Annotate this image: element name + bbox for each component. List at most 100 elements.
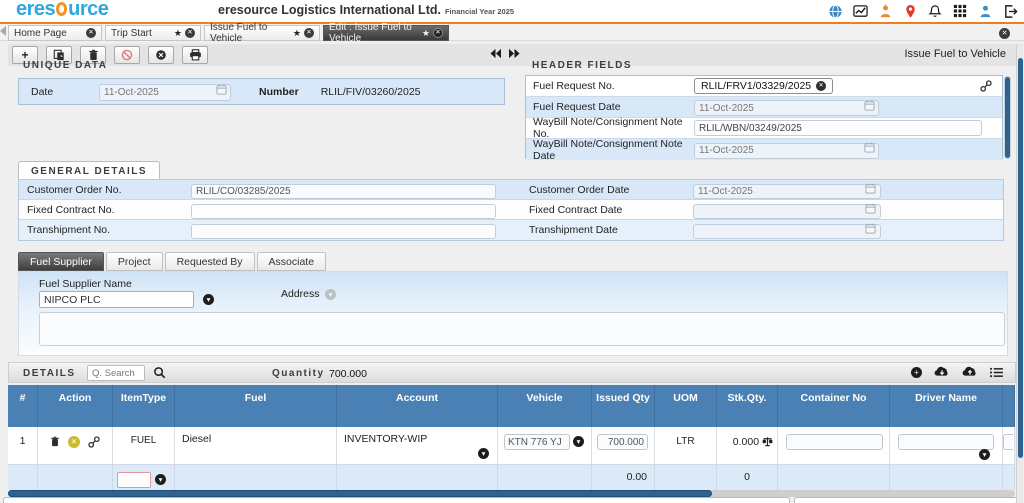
driver-dropdown-icon[interactable]: ▾ [979,449,990,460]
fuel-request-no-row: Fuel Request No. RLIL/FRV1/03329/2025 ✕ [526,76,1002,97]
scrollbar-thumb[interactable] [1005,77,1010,158]
extra-cell [1003,427,1015,464]
customer-order-date-input[interactable] [693,184,881,199]
close-tab-icon[interactable]: ✕ [86,28,96,38]
vehicle-dropdown-icon[interactable]: ▾ [573,436,584,447]
star-icon[interactable]: ★ [174,28,182,39]
col-extra [1003,385,1015,427]
calendar-icon[interactable] [216,84,227,95]
extra-input[interactable] [1003,434,1013,450]
calendar-icon[interactable] [865,183,876,194]
close-record-button[interactable] [148,46,174,64]
search-input[interactable] [87,365,145,381]
next-record-icon[interactable] [508,48,521,59]
tab-requested-by[interactable]: Requested By [165,252,255,271]
tab-edit-issue-fuel[interactable]: Edit : Issue Fuel to Vehicle ★✕ [323,25,449,41]
fixed-contract-date-input[interactable] [693,204,881,219]
fixed-contract-no-input[interactable] [191,204,496,219]
address-expand-icon[interactable]: ▾ [325,289,336,300]
details-actions: + [911,366,1003,378]
scrollbar-thumb[interactable] [8,490,712,497]
link-icon[interactable] [980,80,992,92]
stk-qty-value: 0.000 [733,436,759,448]
user-blue-icon[interactable] [977,3,993,19]
close-all-tabs-icon[interactable]: ✕ [999,28,1010,39]
remove-chip-icon[interactable]: ✕ [816,81,826,91]
grid-horizontal-scrollbar[interactable] [8,490,1015,497]
calendar-icon[interactable] [864,142,875,153]
supplier-dropdown-icon[interactable]: ▾ [203,294,214,305]
logout-icon[interactable] [1002,3,1018,19]
tab-project[interactable]: Project [106,252,163,271]
header-fields-scrollbar[interactable] [1004,76,1011,159]
calendar-icon[interactable] [865,203,876,214]
location-pin-icon[interactable] [902,3,918,19]
logo-text-left: eres [16,0,55,20]
tab-fuel-supplier[interactable]: Fuel Supplier [18,252,104,271]
apps-grid-icon[interactable] [952,3,968,19]
customer-order-row: Customer Order No. Customer Order Date [19,180,1003,200]
scrollbar-thumb[interactable] [1018,58,1023,458]
cancel-row-icon[interactable]: ✕ [68,436,80,448]
new-itemtype-input[interactable] [117,472,151,488]
calendar-icon[interactable] [864,100,875,111]
add-row-icon[interactable]: + [911,367,922,378]
stock-scale-icon[interactable] [762,436,773,447]
close-tab-icon[interactable]: ✕ [433,28,443,38]
close-tab-icon[interactable]: ✕ [304,28,314,38]
transhipment-no-input[interactable] [191,224,496,239]
unique-data-panel: Date Number RLIL/FIV/03260/2025 [18,78,505,105]
top-icon-bar [827,3,1018,19]
fuel-request-no-chip[interactable]: RLIL/FRV1/03329/2025 ✕ [694,78,833,94]
tab-trip-start[interactable]: Trip Start ★✕ [105,25,201,41]
waybill-no-input[interactable] [694,120,982,136]
record-nav [489,48,521,59]
bell-icon[interactable] [927,3,943,19]
customer-order-no-input[interactable] [191,184,496,199]
search-icon[interactable] [153,366,166,379]
previous-record-icon[interactable] [489,48,502,59]
issued-qty-cell [592,427,655,464]
waybill-date-input[interactable] [694,143,879,159]
tab-issue-fuel[interactable]: Issue Fuel to Vehicle ★✕ [204,25,320,41]
fuel-request-no-label: Fuel Request No. [526,80,694,92]
container-no-input[interactable] [786,434,883,450]
col-fuel: Fuel [175,385,337,427]
fuel-request-date-input[interactable] [694,100,879,116]
list-view-icon[interactable] [990,367,1003,378]
globe-icon[interactable] [827,3,843,19]
close-tab-icon[interactable]: ✕ [185,28,195,38]
cancel-record-button[interactable] [114,46,140,64]
row-actions: ✕ [38,427,113,464]
vehicle-input[interactable] [504,434,570,450]
page-vertical-scrollbar[interactable] [1016,44,1023,503]
transhipment-date-input[interactable] [693,224,881,239]
cloud-download-icon[interactable] [934,366,950,378]
tab-bar: Home Page ✕ Trip Start ★✕ Issue Fuel to … [0,22,1024,41]
sidebar-collapse-arrow-icon[interactable] [0,26,6,36]
user-orange-icon[interactable] [877,3,893,19]
driver-name-input[interactable] [898,434,994,450]
star-icon[interactable]: ★ [422,28,430,39]
waybill-date-wrap [694,140,879,159]
tab-associate[interactable]: Associate [257,252,327,271]
star-icon[interactable]: ★ [293,28,301,39]
tab-home-page[interactable]: Home Page ✕ [8,25,102,41]
fuel-supplier-name-input[interactable] [39,291,194,308]
calendar-icon[interactable] [865,223,876,234]
account-dropdown-icon[interactable]: ▾ [478,448,489,459]
delete-row-icon[interactable] [50,436,60,464]
logo-text-right: urce [68,0,108,20]
print-button[interactable] [182,46,208,64]
fixed-contract-row: Fixed Contract No. Fixed Contract Date [19,200,1003,220]
link-row-icon[interactable] [88,436,100,464]
eresource-logo[interactable]: eres urce [16,0,108,21]
chart-icon[interactable] [852,3,868,19]
address-textarea[interactable] [39,312,1005,346]
grid-footer-row: ▾ 0.00 0 [8,465,1015,490]
date-input[interactable] [99,84,231,101]
cloud-upload-icon[interactable] [962,366,978,378]
new-itemtype-cell: ▾ [113,465,175,490]
new-itemtype-dropdown-icon[interactable]: ▾ [155,474,166,485]
issued-qty-input[interactable] [597,434,648,450]
